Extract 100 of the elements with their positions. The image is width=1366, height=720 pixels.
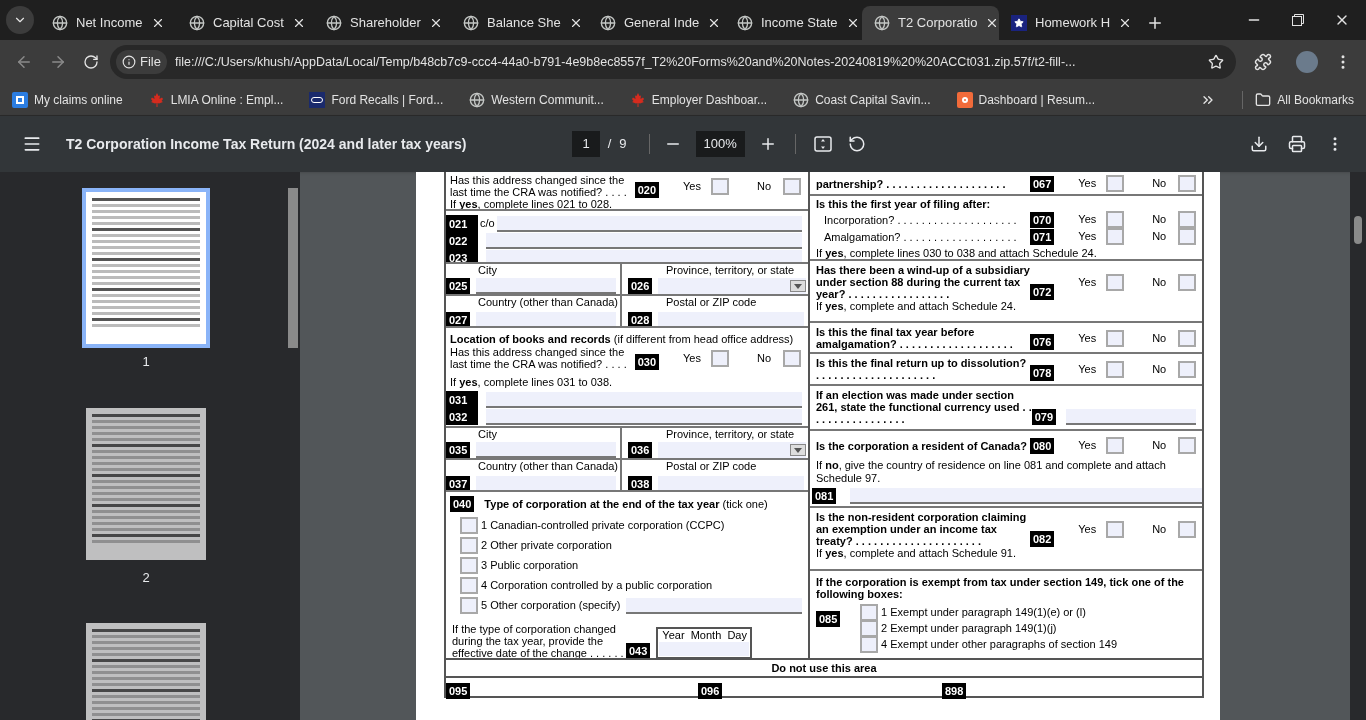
question-text: Is this the first year of filing after: [816, 198, 992, 211]
rotate-icon[interactable] [847, 135, 866, 153]
checkbox[interactable] [460, 577, 478, 594]
checkbox[interactable] [1178, 329, 1196, 347]
checkbox[interactable] [460, 537, 478, 554]
checkbox[interactable] [460, 557, 478, 574]
text-field[interactable] [486, 250, 802, 262]
text-field[interactable] [626, 597, 802, 614]
text-field[interactable] [486, 233, 802, 249]
text-field[interactable] [476, 278, 616, 294]
checkbox[interactable] [1106, 329, 1125, 347]
text-field[interactable] [658, 476, 804, 490]
line-number: 030 [634, 354, 659, 370]
question-text: Incorporation? . . . . . . . . . . . . . . . . . . . . [824, 213, 1018, 226]
checkbox[interactable] [1106, 273, 1125, 291]
text-field[interactable] [476, 476, 616, 490]
bookmark-item[interactable]: Employer Dashboar... [629, 90, 768, 109]
text-field[interactable] [658, 312, 804, 326]
reload-icon[interactable] [83, 54, 99, 70]
restore-icon[interactable] [1292, 14, 1304, 26]
checkbox[interactable] [1106, 211, 1125, 228]
field-label: Country (other than Canada) [477, 296, 620, 309]
yes-label: Yes [1078, 274, 1098, 290]
browser-tab[interactable]: Net Income [40, 6, 177, 40]
text-field[interactable] [476, 442, 616, 458]
checkbox[interactable] [1178, 211, 1196, 228]
text-field[interactable] [476, 312, 616, 326]
checkbox[interactable] [1106, 228, 1125, 245]
no-label: No [757, 178, 773, 194]
browser-tab[interactable]: General Inde [588, 6, 725, 40]
site-info-chip[interactable]: File [116, 50, 167, 74]
checkbox[interactable] [860, 603, 878, 621]
field-label: Postal or ZIP code [665, 460, 758, 473]
checkbox[interactable] [1178, 228, 1196, 245]
no-label: No [1152, 521, 1168, 537]
zoom-field[interactable]: 100% [695, 131, 745, 157]
checkbox[interactable] [1178, 175, 1196, 192]
checkbox[interactable] [1178, 273, 1196, 291]
checkbox[interactable] [1178, 520, 1196, 538]
bookmark-item[interactable]: Ford Recalls | Ford... [309, 90, 444, 109]
browser-tab[interactable]: Balance She [451, 6, 588, 40]
checkbox[interactable] [1178, 437, 1196, 454]
browser-tab[interactable]: Income State [725, 6, 862, 40]
forward-icon[interactable] [49, 53, 67, 71]
back-icon[interactable] [15, 53, 33, 71]
bookmark-item[interactable]: My claims online [12, 90, 123, 109]
bookmark-item[interactable]: Dashboard | Resum... [956, 90, 1096, 109]
checkbox[interactable] [1106, 360, 1125, 378]
question-text: Has this address changed since the last time the CRA was notified? . . . . [450, 346, 628, 370]
new-tab-icon[interactable] [1146, 14, 1164, 32]
bookmark-item[interactable]: Western Communit... [469, 90, 604, 109]
text-field[interactable] [1066, 409, 1196, 425]
checkbox[interactable] [783, 349, 801, 367]
browser-tab[interactable]: Shareholder [314, 6, 451, 40]
checkbox[interactable] [460, 517, 478, 534]
text-field[interactable] [850, 488, 1202, 504]
scrollbar-thumb[interactable] [288, 188, 298, 348]
browser-tab[interactable]: Capital Cost [177, 6, 314, 40]
checkbox[interactable] [711, 177, 729, 195]
text-field[interactable] [486, 392, 802, 408]
url-text: file:///C:/Users/khush/AppData/Local/Temp/b48cb7c9-ccc4-44a0-b791-4e9b8ec8557f_T2%20Forms%20and%20Notes-20240819%20%20ACCt031.zip.57f/t2-fill-... [174, 53, 1077, 71]
extensions-icon[interactable] [1254, 53, 1272, 71]
bookmark-star-icon[interactable] [1208, 54, 1224, 70]
option-label: 4 Corporation controlled by a public corporation [481, 578, 713, 594]
line-number: 038 [628, 476, 653, 490]
checkbox[interactable] [1106, 175, 1125, 192]
checkbox[interactable] [711, 349, 729, 367]
bookmark-item[interactable]: Coast Capital Savin... [793, 90, 931, 109]
checkbox[interactable] [1178, 360, 1196, 378]
checkbox[interactable] [1106, 520, 1125, 538]
fit-page-icon[interactable] [813, 136, 832, 152]
checkbox[interactable] [460, 597, 478, 614]
download-icon[interactable] [1250, 135, 1268, 153]
globe-icon [189, 15, 205, 31]
bookmark-item[interactable]: LMIA Online : Empl... [148, 90, 284, 109]
question-text: Is this the final tax year before amalgamation? . . . . . . . . . . . . . . . . . . . [816, 326, 1014, 350]
yes-label: Yes [1078, 330, 1098, 346]
page-number-field[interactable]: 1 [572, 131, 600, 157]
print-icon[interactable] [1288, 135, 1306, 153]
checkbox[interactable] [783, 177, 801, 195]
browser-tab[interactable]: Homework H [999, 6, 1136, 40]
profile-avatar[interactable] [1296, 51, 1318, 73]
tab-search-button[interactable] [6, 6, 34, 34]
page-thumbnail[interactable] [86, 407, 206, 560]
scrollbar-thumb[interactable] [1354, 216, 1362, 244]
line-number: 079 [1031, 409, 1056, 425]
line-number: 025 [446, 278, 471, 294]
text-field[interactable] [486, 409, 802, 425]
close-icon[interactable] [151, 16, 165, 30]
dropdown-field[interactable] [658, 442, 806, 458]
checkbox[interactable] [1106, 437, 1125, 454]
menu-icon[interactable] [22, 134, 42, 154]
dropdown-field[interactable] [658, 278, 806, 294]
browser-tab[interactable]: T2 Corporatio [862, 6, 999, 40]
question-text: Has this address changed since the last time the CRA was notified? . . . . [450, 174, 628, 198]
text-field[interactable] [496, 216, 802, 232]
all-bookmarks-button[interactable]: All Bookmarks [1255, 90, 1354, 109]
line-number: 071 [1029, 229, 1055, 245]
address-bar[interactable]: File file:///C:/Users/khush/AppData/Local/Temp/b48cb7c9-ccc4-44a0-b791-4e9b8ec8557f_T2%20Forms%20and%20Notes-20240819%20%20ACCt031.zip.57f/t2-fill-... [110, 45, 1236, 79]
date-field[interactable]: Year Month Day [656, 626, 753, 658]
